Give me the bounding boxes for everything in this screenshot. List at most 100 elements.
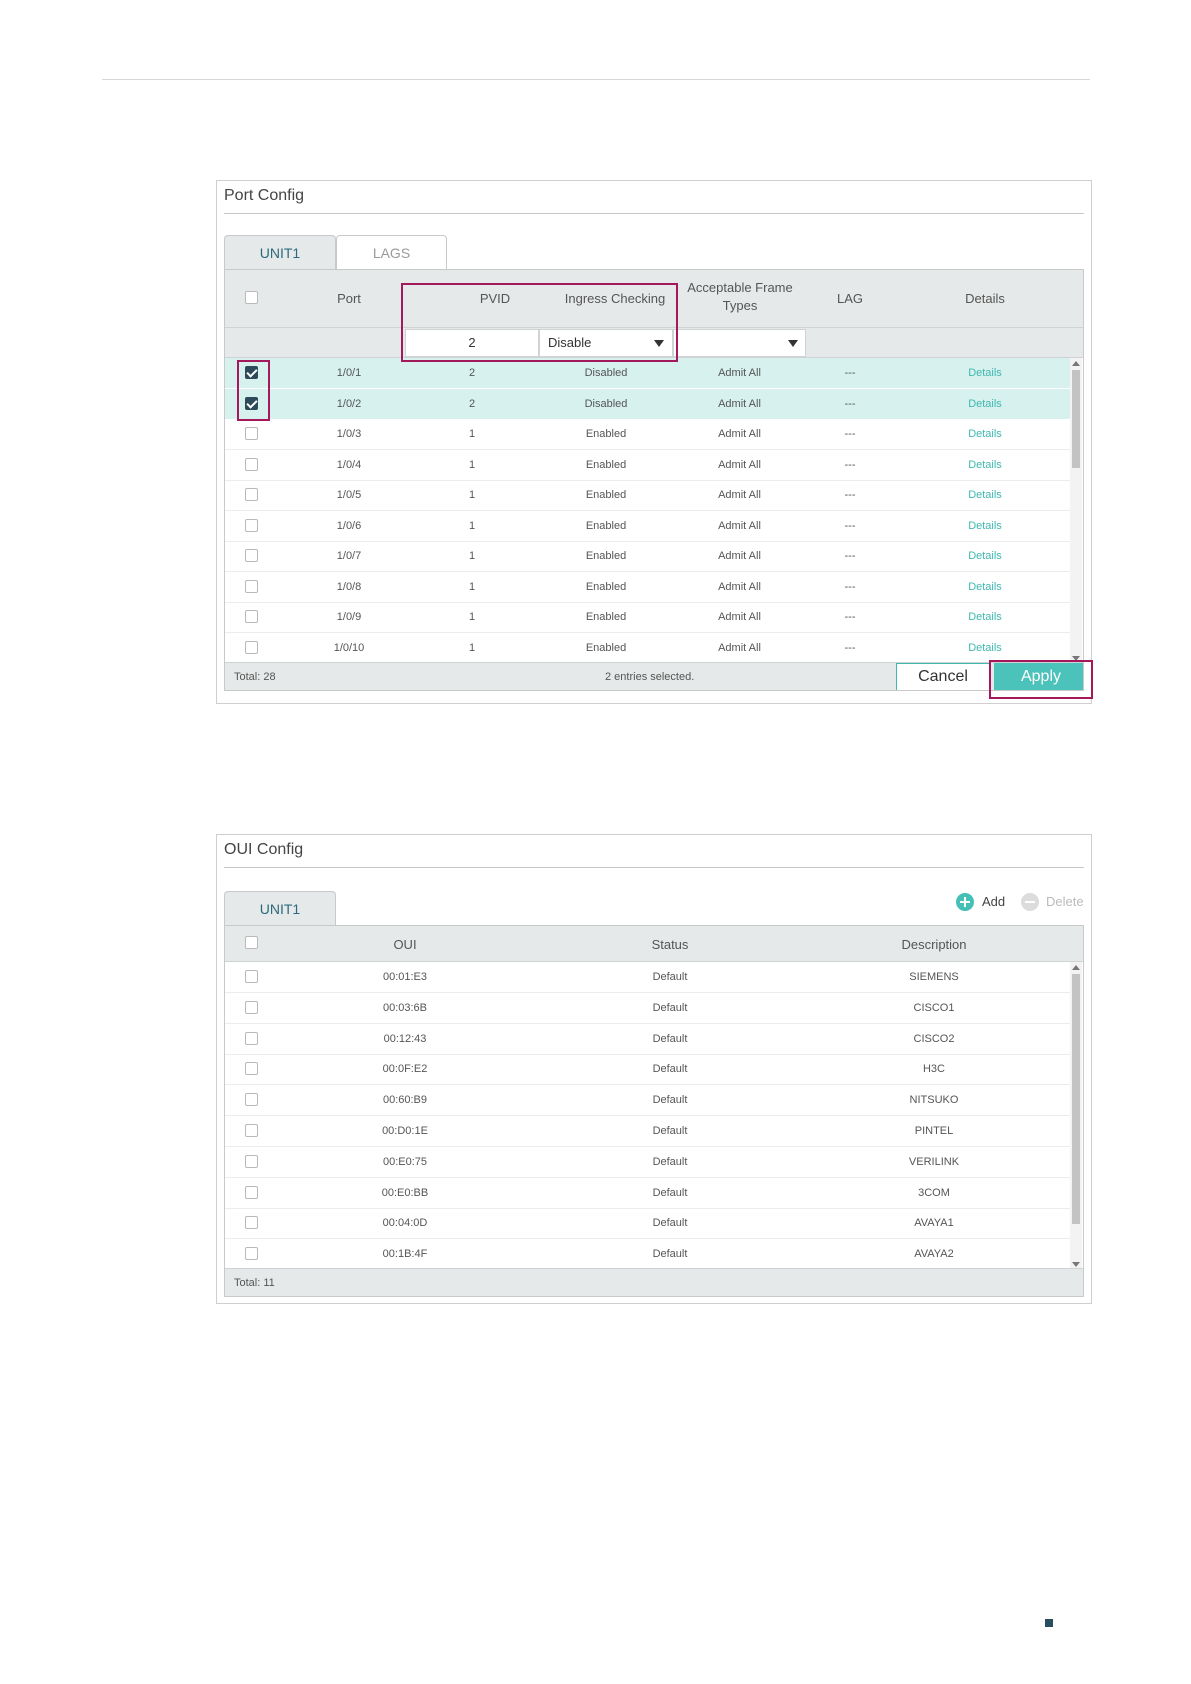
description-cell: CISCO1 [913, 1001, 955, 1014]
scroll-up-arrow-icon[interactable] [1072, 361, 1080, 366]
scroll-thumb[interactable] [1072, 370, 1080, 468]
table-row[interactable]: 00:03:6B Default CISCO1 [225, 993, 1079, 1024]
row-checkbox[interactable] [245, 610, 258, 623]
scroll-thumb[interactable] [1072, 974, 1080, 1224]
tab-lags[interactable]: LAGS [336, 235, 447, 269]
table-row[interactable]: 1/0/5 1 Enabled Admit All --- Details [225, 480, 1079, 511]
apply-button[interactable]: Apply [994, 663, 1083, 690]
add-button[interactable]: Add [956, 892, 1016, 912]
status-cell: Default [652, 1248, 688, 1261]
row-checkbox[interactable] [245, 549, 258, 562]
table-header: Port PVID Ingress Checking Acceptable Fr… [225, 270, 1083, 328]
row-checkbox[interactable] [245, 1154, 258, 1168]
scroll-down-arrow-icon[interactable] [1072, 656, 1080, 661]
ingress-checking-select-value: Disable [548, 335, 592, 350]
row-checkbox[interactable] [245, 970, 258, 983]
table-row[interactable]: 1/0/2 2 Disabled Admit All --- Details [225, 388, 1079, 420]
table-footer: Total: 11 [225, 1268, 1083, 1296]
ingress-cell: Enabled [585, 641, 627, 654]
lag-cell: --- [844, 641, 856, 654]
row-checkbox[interactable] [245, 1247, 258, 1261]
table-row[interactable]: 1/0/9 1 Enabled Admit All --- Details [225, 602, 1079, 633]
table-row[interactable]: 1/0/3 1 Enabled Admit All --- Details [225, 419, 1079, 450]
table-row[interactable]: 1/0/6 1 Enabled Admit All --- Details [225, 511, 1079, 542]
select-all-checkbox[interactable] [245, 936, 258, 949]
tab-unit1[interactable]: UNIT1 [224, 235, 336, 269]
page-top-rule [102, 79, 1090, 80]
details-link[interactable]: Details [925, 419, 1045, 449]
scroll-down-arrow-icon[interactable] [1072, 1262, 1080, 1267]
row-checkbox[interactable] [245, 579, 258, 593]
ingress-cell: Enabled [585, 458, 627, 471]
description-cell: AVAYA1 [914, 1217, 954, 1230]
selection-status: 2 entries selected. [605, 671, 695, 683]
table-row[interactable]: 00:0F:E2 Default H3C [225, 1054, 1079, 1086]
details-link[interactable]: Details [925, 480, 1045, 510]
port-cell: 1/0/3 [336, 428, 362, 440]
table-row[interactable]: 00:04:0D Default AVAYA1 [225, 1208, 1079, 1240]
table-row[interactable]: 00:12:43 Default CISCO2 [225, 1024, 1079, 1055]
description-cell: H3C [922, 1063, 945, 1076]
description-cell: VERILINK [908, 1155, 960, 1168]
scrollbar[interactable] [1070, 358, 1082, 664]
port-cell: 1/0/1 [336, 367, 362, 379]
details-link[interactable]: Details [925, 572, 1045, 602]
table-row[interactable]: 1/0/7 1 Enabled Admit All --- Details [225, 541, 1079, 572]
lag-cell: --- [844, 519, 856, 532]
row-checkbox[interactable] [245, 1031, 258, 1045]
row-checkbox[interactable] [245, 457, 258, 471]
row-checkbox[interactable] [245, 427, 258, 440]
table-row[interactable]: 00:1B:4F Default AVAYA2 [225, 1239, 1079, 1271]
table-row[interactable]: 00:E0:BB Default 3COM [225, 1178, 1079, 1209]
column-header-port: Port [337, 291, 361, 306]
table-header: OUI Status Description [225, 926, 1083, 962]
table-row[interactable]: 00:D0:1E Default PINTEL [225, 1116, 1079, 1147]
pvid-cell: 1 [468, 550, 476, 562]
scrollbar[interactable] [1070, 962, 1082, 1270]
row-checkbox[interactable] [245, 1062, 258, 1076]
row-checkbox[interactable] [245, 1000, 258, 1014]
details-link[interactable]: Details [925, 602, 1045, 632]
pvid-input[interactable]: 2 [405, 329, 539, 357]
row-checkbox[interactable] [245, 640, 258, 654]
delete-icon [1021, 893, 1039, 911]
table-row[interactable]: 1/0/10 1 Enabled Admit All --- Details [225, 633, 1079, 664]
select-all-checkbox[interactable] [245, 291, 258, 304]
row-checkbox[interactable] [245, 488, 258, 501]
row-checkbox[interactable] [245, 1216, 258, 1230]
port-cell: 1/0/7 [336, 550, 362, 562]
panel-title: OUI Config [224, 841, 304, 858]
port-cell: 1/0/10 [333, 641, 365, 654]
oui-config-panel: OUI Config UNIT1 Add Delete OUI Status D… [216, 834, 1092, 1304]
table-row[interactable]: 1/0/1 2 Disabled Admit All --- Details [225, 358, 1079, 389]
details-link[interactable]: Details [925, 511, 1045, 541]
table-row[interactable]: 00:E0:75 Default VERILINK [225, 1147, 1079, 1178]
row-checkbox[interactable] [245, 518, 258, 532]
details-link[interactable]: Details [925, 389, 1045, 419]
row-checkbox[interactable] [245, 396, 258, 410]
cancel-button[interactable]: Cancel [896, 663, 990, 690]
details-link[interactable]: Details [925, 541, 1045, 571]
column-header-description: Description [901, 937, 967, 952]
frame-types-select[interactable] [673, 329, 806, 357]
row-checkbox[interactable] [245, 1185, 258, 1199]
scroll-up-arrow-icon[interactable] [1072, 965, 1080, 970]
details-link[interactable]: Details [925, 450, 1045, 480]
ingress-checking-select[interactable]: Disable [539, 329, 673, 357]
column-header-lag: LAG [836, 291, 863, 306]
table-row[interactable]: 1/0/4 1 Enabled Admit All --- Details [225, 450, 1079, 481]
row-checkbox[interactable] [245, 1093, 258, 1107]
table-row[interactable]: 00:60:B9 Default NITSUKO [225, 1085, 1079, 1117]
tab-unit1[interactable]: UNIT1 [224, 891, 336, 925]
details-link[interactable]: Details [925, 633, 1045, 663]
table-row[interactable]: 00:01:E3 Default SIEMENS [225, 962, 1079, 993]
pvid-cell: 1 [468, 458, 476, 471]
table-body: 00:01:E3 Default SIEMENS 00:03:6B Default CIS… [225, 962, 1083, 1271]
ingress-cell: Disabled [584, 367, 628, 379]
delete-button[interactable]: Delete [1021, 892, 1087, 912]
table-row[interactable]: 1/0/8 1 Enabled Admit All --- Details [225, 572, 1079, 603]
details-link[interactable]: Details [925, 358, 1045, 388]
description-cell: 3COM [918, 1186, 950, 1199]
row-checkbox[interactable] [245, 1124, 258, 1137]
row-checkbox[interactable] [245, 366, 258, 379]
